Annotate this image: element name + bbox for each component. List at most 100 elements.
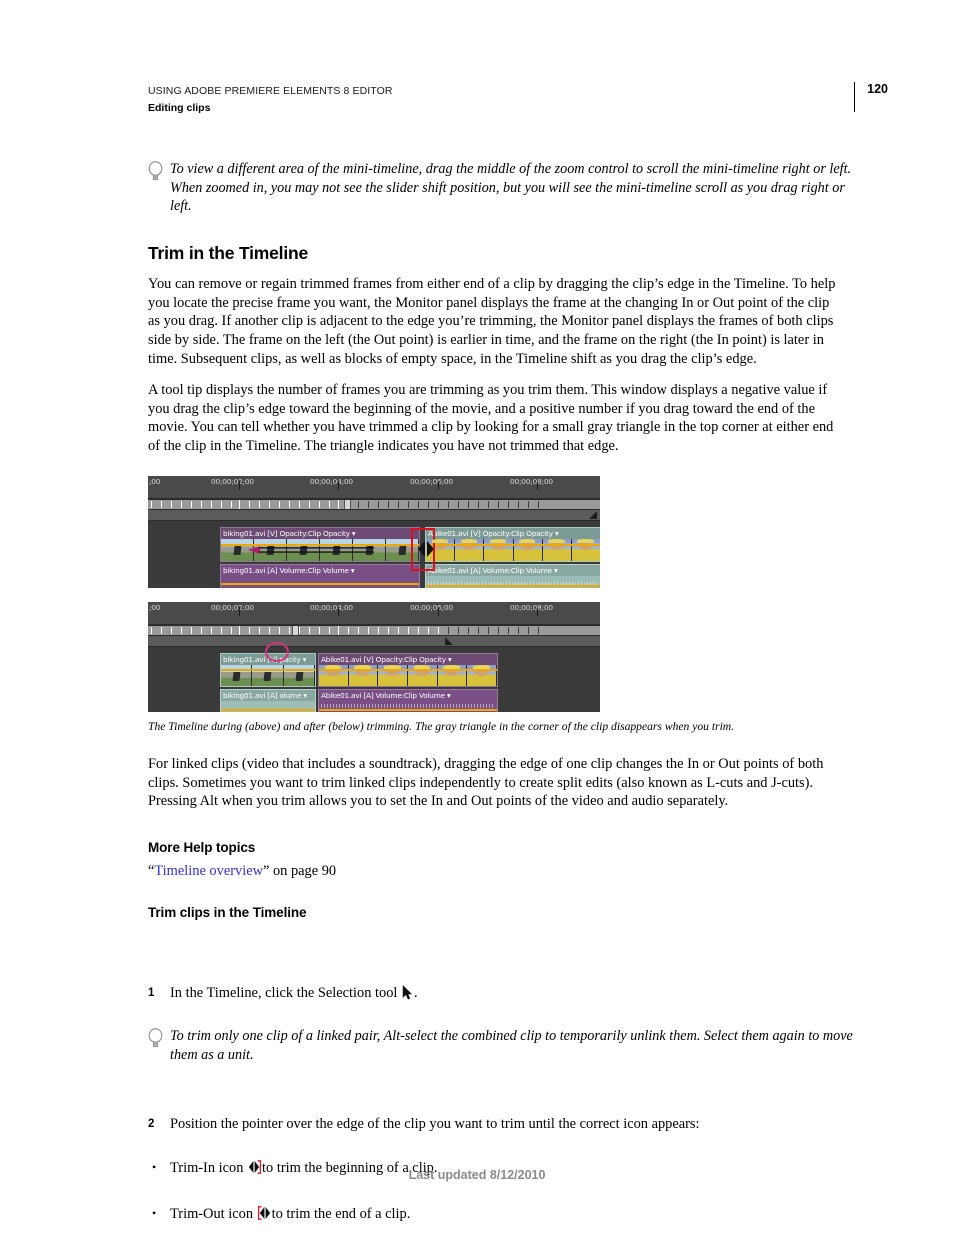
- clip-waveform: [221, 576, 419, 588]
- clip-label: Abike01.avi [V] Opacity:Clip Opacity ▾: [426, 528, 600, 539]
- chevron-down-icon[interactable]: ▾: [554, 566, 558, 575]
- clip-name: Abike01.avi [A]: [321, 691, 374, 700]
- ruler-label: 00;00;02;00: [211, 477, 254, 486]
- chevron-down-icon[interactable]: ▾: [303, 691, 307, 700]
- page-number: 120: [867, 82, 888, 96]
- bullet-trim-out: • Trim-Out icon to trim the end of a clip…: [148, 1205, 862, 1224]
- bullet-marker: •: [152, 1206, 157, 1221]
- clip-name: biking01.avi [V]: [223, 529, 278, 538]
- chevron-down-icon[interactable]: ▾: [555, 529, 559, 538]
- timeline-tracks-after: biking01.avi [V] pacity ▾ Abike01.avi [V…: [148, 647, 600, 712]
- red-highlight-box-annotation: [411, 528, 435, 571]
- tip-text-top: To view a different area of the mini-tim…: [170, 161, 852, 215]
- clip-name: Abike01.avi [V]: [321, 655, 374, 664]
- clip-waveform: [221, 701, 315, 712]
- current-time-indicator[interactable]: [344, 500, 351, 509]
- current-time-indicator[interactable]: [292, 626, 299, 635]
- timeline-clip-audio-1[interactable]: biking01.avi [A] olume ▾: [220, 689, 316, 712]
- chevron-down-icon[interactable]: ▾: [351, 566, 355, 575]
- selection-arrow-icon: [402, 985, 412, 1000]
- procedure-step-2: 2 Position the pointer over the edge of t…: [148, 1115, 862, 1134]
- lightbulb-icon: [148, 161, 163, 180]
- chevron-down-icon[interactable]: ▾: [303, 655, 307, 664]
- clip-waveform: [319, 701, 497, 712]
- step-text: Position the pointer over the edge of th…: [170, 1115, 700, 1132]
- step-number: 2: [148, 1117, 155, 1130]
- clip-property: Opacity:Clip Opacity: [279, 529, 350, 538]
- clip-name: Abike01.avi [V]: [428, 529, 481, 538]
- chevron-down-icon[interactable]: ▾: [352, 529, 356, 538]
- timeline-minibar-after: [148, 625, 600, 636]
- figure-timeline-after: ;00 00;00;02;00 00;00;04;00 00;00;06;00 …: [148, 602, 600, 712]
- cross-reference: “Timeline overview” on page 90: [148, 862, 840, 881]
- clip-property: olume: [279, 691, 302, 700]
- clip-name: Abike01.avi [A]: [428, 566, 481, 575]
- lightbulb-icon: [148, 1028, 163, 1048]
- bullet-text-end: to trim the end of a clip.: [271, 1206, 411, 1223]
- clip-label: biking01.avi [V] Opacity:Clip Opacity ▾: [221, 528, 419, 539]
- tip-text-procedure: To trim only one clip of a linked pair, …: [170, 1028, 853, 1064]
- link-timeline-overview[interactable]: Timeline overview: [154, 863, 263, 879]
- clip-property: Volume:Clip Volume: [279, 566, 349, 575]
- timeline-minibar-during: [148, 499, 600, 510]
- step-text: In the Timeline, click the Selection too…: [170, 984, 398, 1001]
- page-header: USING ADOBE PREMIERE ELEMENTS 8 EDITOR E…: [148, 82, 888, 116]
- cross-reference-suffix: on page 90: [269, 863, 337, 879]
- document-page: USING ADOBE PREMIERE ELEMENTS 8 EDITOR E…: [0, 0, 954, 1235]
- timeline-workarea-after: [148, 636, 600, 647]
- timeline-clip-audio-1[interactable]: biking01.avi [A] Volume:Clip Volume ▾: [220, 564, 420, 588]
- clip-property: Opacity:Clip Opacity: [482, 529, 553, 538]
- ruler-label: ;00: [149, 603, 161, 612]
- figure-timeline-during: ;00 00;00;02;00 00;00;04;00 00;00;06;00 …: [148, 476, 600, 588]
- paragraph-2: A tool tip displays the number of frames…: [148, 382, 834, 455]
- more-help-heading: More Help topics: [148, 840, 256, 855]
- ruler-label: 00;00;06;00: [410, 603, 453, 612]
- clip-label: biking01.avi [A] Volume:Clip Volume ▾: [221, 565, 419, 576]
- page-number-rule: [853, 82, 856, 112]
- clip-filmstrip: [319, 665, 497, 686]
- procedure-step-1: 1 In the Timeline, click the Selection to…: [148, 984, 862, 1003]
- ruler-label: 00;00;06;00: [410, 477, 453, 486]
- ruler-label: 00;00;08;00: [510, 603, 553, 612]
- page-footer: Last updated 8/12/2010: [408, 1168, 546, 1182]
- clip-property: Opacity:Clip Opacity: [375, 655, 446, 664]
- ruler-label: 00;00;04;00: [310, 603, 353, 612]
- tip-callout-top: To view a different area of the mini-tim…: [148, 160, 862, 216]
- clip-filmstrip: [426, 539, 600, 561]
- paragraph-1: You can remove or regain trimmed frames …: [148, 276, 836, 367]
- step-number: 1: [148, 986, 155, 999]
- tip-callout-procedure: To trim only one clip of a linked pair, …: [148, 1027, 862, 1064]
- timeline-clip-video-2[interactable]: Abike01.avi [V] Opacity:Clip Opacity ▾: [318, 653, 498, 687]
- clip-filmstrip: [221, 665, 315, 686]
- page-title: Trim in the Timeline: [148, 243, 309, 263]
- clip-property: Volume:Clip Volume: [482, 566, 552, 575]
- timeline-tracks-during: biking01.avi [V] Opacity:Clip Opacity ▾ …: [148, 521, 600, 588]
- procedure-heading: Trim clips in the Timeline: [148, 905, 307, 920]
- timeline-ruler-during: ;00 00;00;02;00 00;00;04;00 00;00;06;00 …: [148, 476, 600, 499]
- page-number-block: 120: [853, 82, 888, 112]
- header-section: Editing clips: [148, 102, 211, 115]
- drag-arrow-annotation: [248, 546, 374, 554]
- ruler-label: 00;00;02;00: [211, 603, 254, 612]
- clip-property: Volume:Clip Volume: [375, 691, 445, 700]
- paragraph-3: For linked clips (video that includes a …: [148, 756, 824, 810]
- timeline-clip-audio-2[interactable]: Abike01.avi [A] Volume:Clip Volume ▾: [318, 689, 498, 712]
- clip-label: Abike01.avi [A] Volume:Clip Volume ▾: [319, 690, 497, 701]
- bullet-text: Trim-Out icon: [170, 1206, 254, 1223]
- clip-name: biking01.avi [A]: [223, 691, 278, 700]
- header-titles: USING ADOBE PREMIERE ELEMENTS 8 EDITOR E…: [148, 84, 888, 116]
- chevron-down-icon[interactable]: ▾: [447, 691, 451, 700]
- chevron-down-icon[interactable]: ▾: [448, 655, 452, 664]
- ruler-label: ;00: [149, 477, 161, 486]
- timeline-clip-audio-2[interactable]: Abike01.avi [A] Volume:Clip Volume ▾: [425, 564, 600, 588]
- pink-ellipse-annotation: [265, 642, 289, 662]
- figure-caption: The Timeline during (above) and after (b…: [148, 720, 735, 733]
- timeline-clip-video-2[interactable]: Abike01.avi [V] Opacity:Clip Opacity ▾: [425, 527, 600, 562]
- ruler-label: 00;00;04;00: [310, 477, 353, 486]
- clip-label: biking01.avi [A] olume ▾: [221, 690, 315, 701]
- clip-label: Abike01.avi [A] Volume:Clip Volume ▾: [426, 565, 600, 576]
- ruler-label: 00;00;08;00: [510, 477, 553, 486]
- clip-name: biking01.avi [A]: [223, 566, 278, 575]
- clip-waveform: [426, 576, 600, 588]
- header-book-title: USING ADOBE PREMIERE ELEMENTS 8 EDITOR: [148, 85, 393, 97]
